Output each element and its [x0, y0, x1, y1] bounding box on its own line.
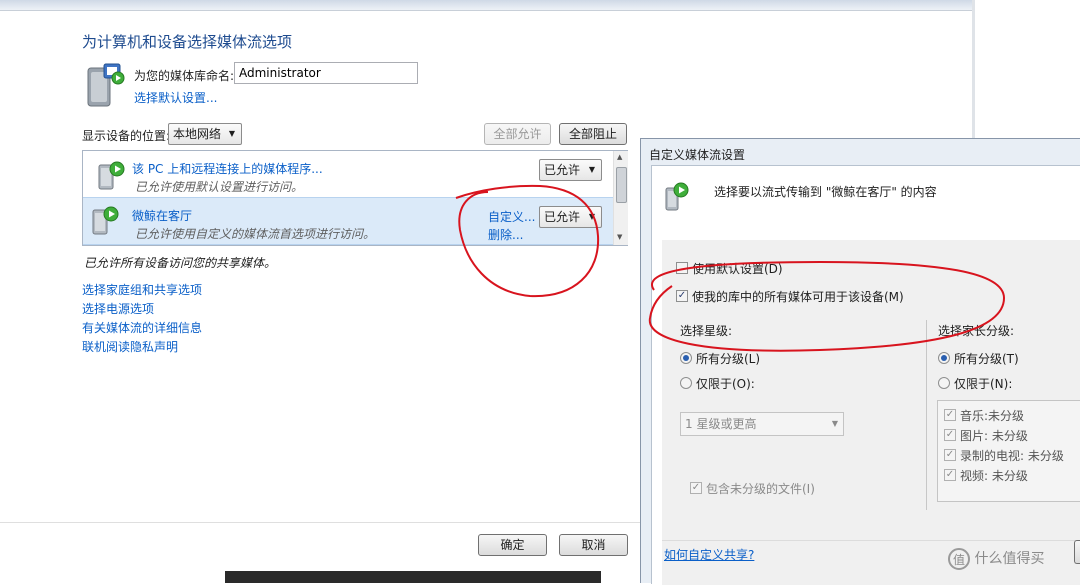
- options-panel: 使用默认设置(D) ✓ 使我的库中的所有媒体可用于该设备(M) 选择星级: 所有…: [662, 240, 1080, 585]
- window-right-edge: [972, 0, 975, 140]
- parental-item-label: 视频: 未分级: [960, 469, 1028, 483]
- help-link[interactable]: 如何自定义共享?: [664, 546, 754, 563]
- star-only-radio[interactable]: [680, 377, 692, 389]
- make-all-available-label: 使我的库中的所有媒体可用于该设备(M): [692, 290, 904, 304]
- device-name[interactable]: 微鲸在客厅: [132, 207, 192, 224]
- parental-only-label: 仅限于(N):: [954, 377, 1013, 391]
- parental-rating-heading: 选择家长分级:: [938, 324, 1015, 338]
- dialog-title: 自定义媒体流设置: [649, 148, 746, 162]
- watermark-text: 什么值得买: [974, 551, 1045, 567]
- customize-link[interactable]: 自定义...: [488, 208, 535, 225]
- choose-default-link[interactable]: 选择默认设置...: [134, 89, 217, 106]
- watermark: 值 什么值得买: [948, 546, 1044, 572]
- parental-item-checkbox[interactable]: ✓: [944, 429, 956, 441]
- cancel-button[interactable]: 取消: [559, 534, 628, 556]
- make-all-available-checkbox[interactable]: ✓: [676, 290, 688, 302]
- device-list: 该 PC 上和远程连接上的媒体程序... 已允许使用默认设置进行访问。 已允许 …: [82, 150, 628, 246]
- scroll-up-arrow-icon[interactable]: ▲: [617, 153, 622, 161]
- include-unrated-checkbox[interactable]: ✓: [690, 482, 702, 494]
- star-only-label: 仅限于(O):: [696, 377, 755, 391]
- parental-item-checkbox[interactable]: ✓: [944, 409, 956, 421]
- panel-bottom-line: [662, 540, 1080, 541]
- link-homegroup[interactable]: 选择家庭组和共享选项: [82, 281, 202, 298]
- parental-all-label: 所有分级(T): [954, 352, 1019, 366]
- library-name-input[interactable]: [234, 62, 418, 84]
- section-divider: [926, 320, 927, 510]
- star-all-label: 所有分级(L): [696, 352, 761, 366]
- taskbar-strip: [225, 571, 601, 583]
- parental-rating-list: ✓ 音乐:未分级 ✓ 图片: 未分级 ✓ 录制的电视: 未分级 ✓ 视频: 未分…: [937, 400, 1080, 502]
- use-default-label: 使用默认设置(D): [692, 262, 783, 276]
- chevron-down-icon: ▼: [228, 129, 235, 138]
- star-rating-value: 1 星级或更高: [685, 417, 757, 431]
- permission-value: 已允许: [544, 210, 581, 224]
- parental-item-label: 音乐:未分级: [960, 409, 1025, 423]
- link-privacy[interactable]: 联机阅读隐私声明: [82, 338, 178, 355]
- summary-text: 已允许所有设备访问您的共享媒体。: [84, 256, 277, 270]
- device-status: 已允许使用默认设置进行访问。: [135, 180, 304, 194]
- media-library-icon: [87, 63, 125, 107]
- location-value: 本地网络: [173, 127, 222, 141]
- parental-all-radio[interactable]: [938, 352, 950, 364]
- watermark-logo-icon: 值: [948, 548, 970, 570]
- top-chrome: [0, 0, 975, 11]
- scroll-down-arrow-icon[interactable]: ▼: [617, 233, 622, 241]
- permission-value: 已允许: [544, 163, 581, 177]
- list-item[interactable]: 该 PC 上和远程连接上的媒体程序... 已允许使用默认设置进行访问。 已允许 …: [83, 151, 613, 197]
- parental-only-radio[interactable]: [938, 377, 950, 389]
- ok-button[interactable]: 确定: [478, 534, 547, 556]
- library-name-label: 为您的媒体库命名:: [134, 69, 235, 83]
- star-all-radio[interactable]: [680, 352, 692, 364]
- parental-item-label: 图片: 未分级: [960, 429, 1028, 443]
- device-name[interactable]: 该 PC 上和远程连接上的媒体程序...: [132, 160, 323, 177]
- permission-dropdown[interactable]: 已允许 ▼: [539, 206, 602, 228]
- list-item[interactable]: 微鲸在客厅 已允许使用自定义的媒体流首选项进行访问。 自定义... 删除... …: [83, 197, 613, 245]
- list-scrollbar[interactable]: ▲ ▼: [613, 151, 628, 245]
- parental-item-checkbox[interactable]: ✓: [944, 469, 956, 481]
- link-media-streaming-info[interactable]: 有关媒体流的详细信息: [82, 319, 202, 336]
- block-all-button[interactable]: 全部阻止: [559, 123, 627, 145]
- permission-dropdown[interactable]: 已允许 ▼: [539, 159, 602, 181]
- star-rating-heading: 选择星级:: [680, 324, 733, 338]
- device-icon: [92, 206, 119, 235]
- dialog-button-edge[interactable]: [1074, 540, 1080, 564]
- link-power[interactable]: 选择电源选项: [82, 300, 154, 317]
- show-devices-label: 显示设备的位置:: [82, 129, 171, 143]
- use-default-checkbox[interactable]: [676, 262, 688, 274]
- device-icon: [98, 161, 125, 190]
- device-icon: [665, 182, 689, 211]
- location-dropdown[interactable]: 本地网络 ▼: [168, 123, 242, 145]
- remove-link[interactable]: 删除...: [488, 226, 523, 243]
- parental-item-label: 录制的电视: 未分级: [960, 449, 1064, 463]
- customize-dialog: 自定义媒体流设置 选择要以流式传输到 "微鲸在客厅" 的内容 使用默认设置(D)…: [640, 138, 1080, 585]
- dialog-header-text: 选择要以流式传输到 "微鲸在客厅" 的内容: [714, 185, 937, 199]
- page-title: 为计算机和设备选择媒体流选项: [82, 33, 293, 51]
- dialog-body: 选择要以流式传输到 "微鲸在客厅" 的内容 使用默认设置(D) ✓ 使我的库中的…: [651, 165, 1080, 585]
- chevron-down-icon: ▼: [588, 212, 595, 221]
- star-rating-dropdown[interactable]: 1 星级或更高 ▼: [680, 412, 844, 436]
- parental-item-checkbox[interactable]: ✓: [944, 449, 956, 461]
- device-status: 已允许使用自定义的媒体流首选项进行访问。: [135, 227, 376, 241]
- allow-all-button[interactable]: 全部允许: [484, 123, 551, 145]
- include-unrated-label: 包含未分级的文件(I): [706, 482, 815, 496]
- chevron-down-icon: ▼: [588, 165, 595, 174]
- chevron-down-icon: ▼: [831, 419, 838, 428]
- bottom-divider: [0, 522, 640, 523]
- scroll-thumb[interactable]: [616, 167, 627, 203]
